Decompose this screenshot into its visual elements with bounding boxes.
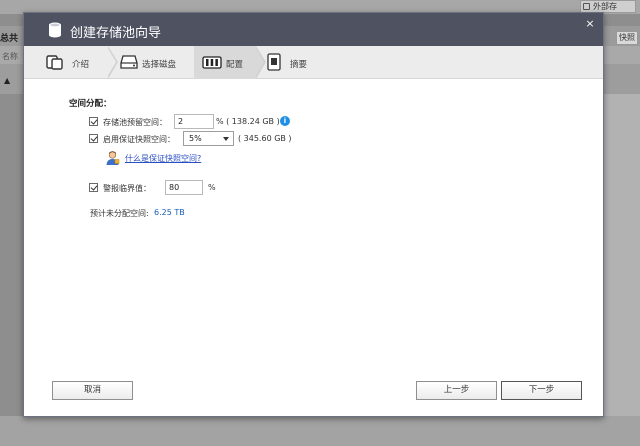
back-button[interactable]: 上一步 [416, 381, 497, 400]
step-separator [107, 46, 118, 79]
step-label-summary: 摘要 [290, 60, 308, 70]
reserve-space-checkbox[interactable] [89, 117, 98, 126]
disk-icon [120, 55, 138, 69]
background-name-column: 名称 [2, 52, 18, 61]
guaranteed-snapshot-help-link[interactable]: 什么是保证快照空间? [125, 153, 201, 164]
step-separator [255, 46, 266, 79]
next-button[interactable]: 下一步 [501, 381, 582, 400]
chevron-down-icon [223, 137, 229, 141]
guaranteed-snapshot-suffix: ( 345.60 GB ) [238, 134, 292, 143]
intro-icon [46, 55, 63, 70]
reserve-space-input[interactable]: 2 [174, 114, 214, 129]
guaranteed-snapshot-select[interactable]: 5% [183, 131, 234, 146]
guaranteed-snapshot-selected: 5% [189, 134, 202, 143]
alert-threshold-row: 警报临界值： 80 % [89, 180, 289, 196]
guaranteed-snapshot-checkbox[interactable] [89, 134, 98, 143]
alert-threshold-checkbox[interactable] [89, 183, 98, 192]
reserve-space-suffix: % ( 138.24 GB ) [216, 117, 280, 126]
configure-panel: 空间分配： 存储池预留空间： 2 % ( 138.24 GB ) i 启用保证快… [24, 80, 605, 370]
step-configure: 配置 [194, 46, 256, 79]
step-intro: 介绍 [24, 46, 108, 79]
guaranteed-snapshot-label: 启用保证快照空间： [103, 135, 175, 144]
step-select-disk: 选择磁盘 [118, 46, 198, 79]
dialog-title: 创建存储池向导 [70, 26, 162, 41]
help-person-icon [106, 151, 120, 165]
step-label-select-disk: 选择磁盘 [142, 60, 177, 70]
step-summary: 摘要 [266, 46, 336, 79]
wizard-steps: 介绍 选择磁盘 配置 摘要 [24, 46, 603, 79]
alert-threshold-input[interactable]: 80 [165, 180, 203, 195]
background-snapshot-button: 快照 [616, 31, 638, 45]
configure-icon [202, 56, 222, 69]
alert-threshold-suffix: % [208, 183, 216, 192]
step-label-configure: 配置 [226, 60, 244, 70]
external-device-icon [583, 3, 590, 10]
chevron-up-icon: ▲ [4, 76, 11, 85]
background-side-panel [602, 94, 640, 446]
reserve-space-label: 存储池预留空间： [103, 118, 167, 127]
storage-pool-icon [49, 22, 61, 38]
summary-icon [267, 53, 281, 71]
unallocated-space-value: 6.25 TB [154, 208, 185, 217]
info-icon[interactable]: i [280, 116, 290, 126]
step-label-intro: 介绍 [72, 60, 90, 70]
cancel-button[interactable]: 取消 [52, 381, 133, 400]
guaranteed-snapshot-row: 启用保证快照空间： 5% ( 345.60 GB ) [89, 131, 389, 147]
space-allocation-title: 空间分配： [69, 99, 112, 109]
background-total-label: 总共 [0, 34, 19, 44]
unallocated-space-label: 预计未分配空间: [90, 209, 149, 218]
background-footer [0, 416, 640, 446]
alert-threshold-label: 警报临界值： [103, 184, 151, 193]
reserve-space-row: 存储池预留空间： 2 % ( 138.24 GB ) i [89, 114, 389, 130]
create-storage-pool-dialog: 创建存储池向导 × 介绍 选择磁盘 配置 摘要 空间分配： 存储池预留空间： 2… [23, 12, 604, 417]
background-external-label: 外部存 [593, 2, 617, 11]
dialog-titlebar: 创建存储池向导 × [24, 13, 603, 46]
close-button[interactable]: × [583, 17, 597, 31]
